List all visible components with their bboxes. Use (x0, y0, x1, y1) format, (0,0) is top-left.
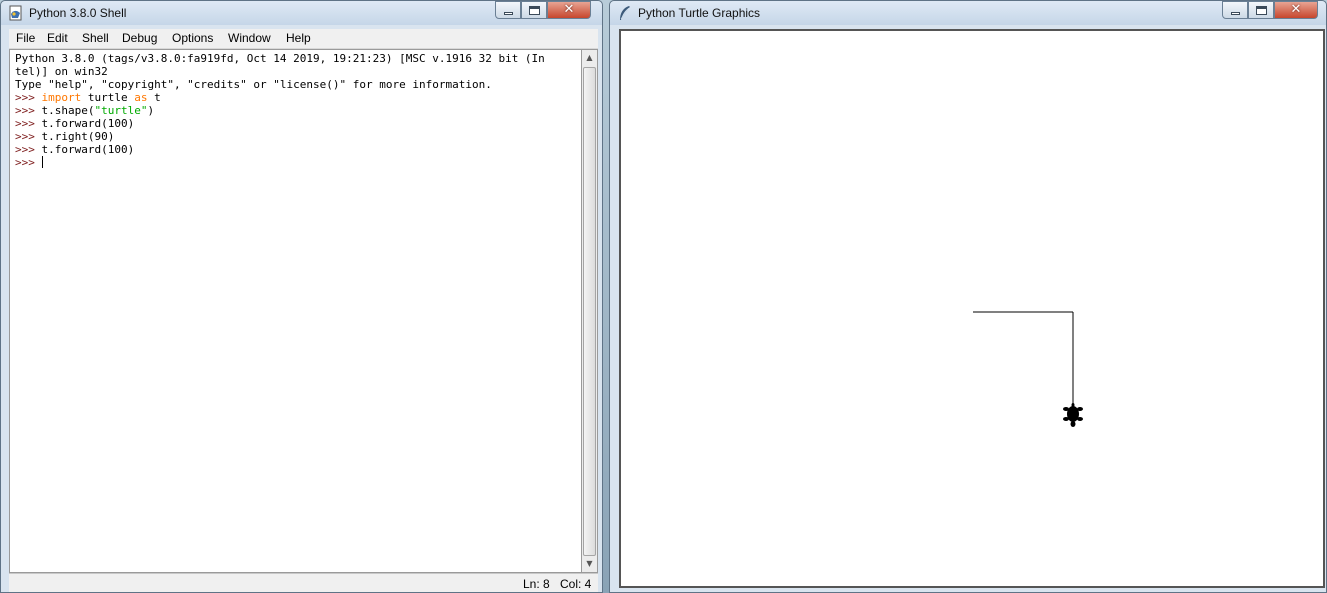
minimize-button[interactable] (495, 1, 521, 19)
code-text: t.forward(100) (41, 117, 135, 130)
prompt: >>> (15, 117, 35, 130)
shell-output: Python 3.8.0 (tags/v3.8.0:fa919fd, Oct 1… (10, 50, 581, 169)
prompt: >>> (15, 91, 35, 104)
column-number: Col: 4 (560, 577, 592, 591)
idle-shell-window: Python 3.8.0 Shell ✕ File Edit Shell Deb… (0, 0, 603, 593)
close-button[interactable]: ✕ (1274, 1, 1318, 19)
code-text: turtle (81, 91, 135, 104)
turtle-title: Python Turtle Graphics (638, 6, 761, 20)
turtle-titlebar[interactable]: Python Turtle Graphics ✕ (610, 1, 1326, 25)
prompt: >>> (15, 156, 35, 169)
prompt: >>> (15, 143, 35, 156)
shell-titlebar[interactable]: Python 3.8.0 Shell ✕ (1, 1, 602, 25)
maximize-button[interactable] (521, 1, 547, 19)
prompt: >>> (15, 130, 35, 143)
maximize-button[interactable] (1248, 1, 1274, 19)
string-literal: "turtle" (94, 104, 148, 117)
close-button[interactable]: ✕ (547, 1, 591, 19)
code-text: ) (147, 104, 155, 117)
banner-line: Python 3.8.0 (tags/v3.8.0:fa919fd, Oct 1… (15, 52, 545, 65)
menu-file[interactable]: File (16, 31, 35, 45)
maximize-icon (1256, 6, 1267, 15)
minimize-icon (1231, 12, 1240, 15)
arrow-up-icon[interactable]: ▲ (582, 50, 597, 66)
close-icon: ✕ (1290, 2, 1302, 17)
banner-line: Type "help", "copyright", "credits" or "… (15, 78, 492, 91)
code-text: t.forward(100) (41, 143, 135, 156)
shell-title: Python 3.8.0 Shell (29, 6, 127, 20)
code-text: t.right(90) (41, 130, 115, 143)
text-cursor (41, 156, 43, 168)
feather-icon (620, 6, 630, 20)
status-bar: Ln: 8 Col: 4 (9, 573, 598, 592)
menu-edit[interactable]: Edit (47, 31, 68, 45)
shell-text-area[interactable]: Python 3.8.0 (tags/v3.8.0:fa919fd, Oct 1… (9, 49, 581, 573)
arrow-down-icon[interactable]: ▼ (582, 556, 597, 572)
maximize-icon (529, 6, 540, 15)
idle-icon (9, 5, 22, 21)
turtle-drawing (973, 311, 1083, 427)
close-icon: ✕ (563, 2, 575, 17)
minimize-icon (504, 12, 513, 15)
turtle-canvas[interactable] (619, 29, 1325, 588)
menu-help[interactable]: Help (286, 31, 311, 45)
menu-window[interactable]: Window (228, 31, 271, 45)
menu-shell[interactable]: Shell (82, 31, 109, 45)
minimize-button[interactable] (1222, 1, 1248, 19)
vertical-scrollbar[interactable]: ▲ ▼ (581, 49, 598, 573)
prompt: >>> (15, 104, 35, 117)
turtle-icon (1063, 403, 1083, 427)
code-text: t.shape( (41, 104, 95, 117)
keyword: import (41, 91, 82, 104)
line-number: Ln: 8 (523, 577, 550, 591)
banner-line: tel)] on win32 (15, 65, 108, 78)
keyword: as (134, 91, 148, 104)
code-text: t (147, 91, 161, 104)
menu-debug[interactable]: Debug (122, 31, 157, 45)
turtle-graphics-window: Python Turtle Graphics ✕ (609, 0, 1327, 593)
scrollbar-thumb[interactable] (583, 67, 596, 556)
menubar: File Edit Shell Debug Options Window Hel… (9, 29, 598, 49)
menu-options[interactable]: Options (172, 31, 213, 45)
